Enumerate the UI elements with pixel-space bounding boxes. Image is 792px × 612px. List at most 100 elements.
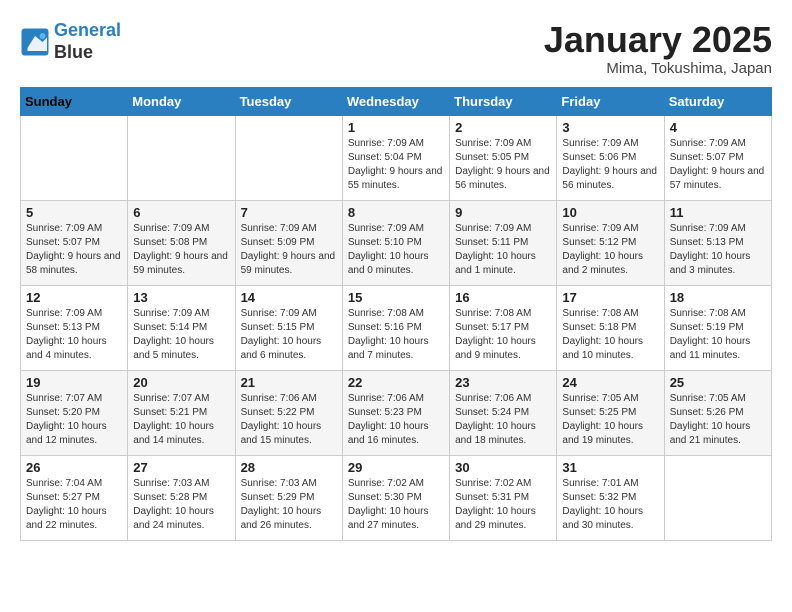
calendar-cell: 14 Sunrise: 7:09 AM Sunset: 5:15 PM Dayli… xyxy=(235,285,342,370)
day-number: 14 xyxy=(241,290,337,305)
calendar-cell: 4Sunrise: 7:09 AM Sunset: 5:07 PM Daylig… xyxy=(664,115,771,200)
page-header: General Blue January 2025 Mima, Tokushim… xyxy=(20,20,772,77)
day-number: 25 xyxy=(670,375,766,390)
calendar-cell: 25 Sunrise: 7:05 AM Sunset: 5:26 PM Dayli… xyxy=(664,370,771,455)
day-number: 11 xyxy=(670,205,766,220)
title-block: January 2025 Mima, Tokushima, Japan xyxy=(544,20,772,77)
calendar-cell xyxy=(21,115,128,200)
location: Mima, Tokushima, Japan xyxy=(544,60,772,77)
day-number: 30 xyxy=(455,460,551,475)
day-number: 3 xyxy=(562,120,658,135)
day-info: Sunrise: 7:05 AM Sunset: 5:26 PM Dayligh… xyxy=(670,392,766,448)
day-number: 12 xyxy=(26,290,122,305)
logo-line2: Blue xyxy=(54,42,121,64)
day-number: 5 xyxy=(26,205,122,220)
calendar-cell: 2 Sunrise: 7:09 AM Sunset: 5:05 PM Daylig… xyxy=(450,115,557,200)
calendar-week-row: 1Sunrise: 7:09 AM Sunset: 5:04 PM Daylig… xyxy=(21,115,772,200)
day-number: 8 xyxy=(348,205,444,220)
weekday-header-friday: Friday xyxy=(557,87,664,115)
calendar-cell: 9Sunrise: 7:09 AM Sunset: 5:11 PM Daylig… xyxy=(450,200,557,285)
calendar-header-row: SundayMondayTuesdayWednesdayThursdayFrid… xyxy=(21,87,772,115)
calendar-cell: 29 Sunrise: 7:02 AM Sunset: 5:30 PM Dayli… xyxy=(342,455,449,540)
day-info: Sunrise: 7:01 AM Sunset: 5:32 PM Dayligh… xyxy=(562,477,658,533)
calendar-cell: 1Sunrise: 7:09 AM Sunset: 5:04 PM Daylig… xyxy=(342,115,449,200)
day-number: 16 xyxy=(455,290,551,305)
day-info: Sunrise: 7:04 AM Sunset: 5:27 PM Dayligh… xyxy=(26,477,122,533)
day-number: 13 xyxy=(133,290,229,305)
calendar-week-row: 26Sunrise: 7:04 AM Sunset: 5:27 PM Dayli… xyxy=(21,455,772,540)
weekday-header-sunday: Sunday xyxy=(21,87,128,115)
calendar-cell: 31 Sunrise: 7:01 AM Sunset: 5:32 PM Dayli… xyxy=(557,455,664,540)
calendar-week-row: 19 Sunrise: 7:07 AM Sunset: 5:20 PM Dayli… xyxy=(21,370,772,455)
day-info: Sunrise: 7:03 AM Sunset: 5:28 PM Dayligh… xyxy=(133,477,229,533)
calendar-cell: 6 Sunrise: 7:09 AM Sunset: 5:08 PM Daylig… xyxy=(128,200,235,285)
day-info: Sunrise: 7:03 AM Sunset: 5:29 PM Dayligh… xyxy=(241,477,337,533)
day-info: Sunrise: 7:02 AM Sunset: 5:30 PM Dayligh… xyxy=(348,477,444,533)
day-number: 15 xyxy=(348,290,444,305)
calendar-cell: 10 Sunrise: 7:09 AM Sunset: 5:12 PM Dayli… xyxy=(557,200,664,285)
calendar-cell: 13 Sunrise: 7:09 AM Sunset: 5:14 PM Dayli… xyxy=(128,285,235,370)
calendar-cell: 30 Sunrise: 7:02 AM Sunset: 5:31 PM Dayli… xyxy=(450,455,557,540)
logo-text: General Blue xyxy=(54,20,121,63)
day-number: 10 xyxy=(562,205,658,220)
logo-line1: General xyxy=(54,20,121,40)
day-number: 24 xyxy=(562,375,658,390)
calendar-cell: 17 Sunrise: 7:08 AM Sunset: 5:18 PM Dayli… xyxy=(557,285,664,370)
day-info: Sunrise: 7:06 AM Sunset: 5:23 PM Dayligh… xyxy=(348,392,444,448)
day-info: Sunrise: 7:08 AM Sunset: 5:17 PM Dayligh… xyxy=(455,307,551,363)
calendar-cell: 12Sunrise: 7:09 AM Sunset: 5:13 PM Dayli… xyxy=(21,285,128,370)
day-info: Sunrise: 7:08 AM Sunset: 5:18 PM Dayligh… xyxy=(562,307,658,363)
day-info: Sunrise: 7:09 AM Sunset: 5:06 PM Dayligh… xyxy=(562,137,658,193)
calendar-cell: 8 Sunrise: 7:09 AM Sunset: 5:10 PM Daylig… xyxy=(342,200,449,285)
day-number: 23 xyxy=(455,375,551,390)
calendar-cell: 22 Sunrise: 7:06 AM Sunset: 5:23 PM Dayli… xyxy=(342,370,449,455)
calendar-cell xyxy=(664,455,771,540)
day-info: Sunrise: 7:06 AM Sunset: 5:22 PM Dayligh… xyxy=(241,392,337,448)
weekday-header-thursday: Thursday xyxy=(450,87,557,115)
day-number: 2 xyxy=(455,120,551,135)
day-number: 17 xyxy=(562,290,658,305)
day-info: Sunrise: 7:09 AM Sunset: 5:08 PM Dayligh… xyxy=(133,222,229,278)
day-info: Sunrise: 7:08 AM Sunset: 5:16 PM Dayligh… xyxy=(348,307,444,363)
day-info: Sunrise: 7:09 AM Sunset: 5:05 PM Dayligh… xyxy=(455,137,551,193)
day-number: 21 xyxy=(241,375,337,390)
day-number: 7 xyxy=(241,205,337,220)
day-info: Sunrise: 7:02 AM Sunset: 5:31 PM Dayligh… xyxy=(455,477,551,533)
calendar-cell: 7Sunrise: 7:09 AM Sunset: 5:09 PM Daylig… xyxy=(235,200,342,285)
weekday-header-wednesday: Wednesday xyxy=(342,87,449,115)
day-info: Sunrise: 7:09 AM Sunset: 5:10 PM Dayligh… xyxy=(348,222,444,278)
day-info: Sunrise: 7:05 AM Sunset: 5:25 PM Dayligh… xyxy=(562,392,658,448)
calendar-cell: 16 Sunrise: 7:08 AM Sunset: 5:17 PM Dayli… xyxy=(450,285,557,370)
calendar-cell: 19 Sunrise: 7:07 AM Sunset: 5:20 PM Dayli… xyxy=(21,370,128,455)
calendar-cell: 15 Sunrise: 7:08 AM Sunset: 5:16 PM Dayli… xyxy=(342,285,449,370)
calendar-cell: 3 Sunrise: 7:09 AM Sunset: 5:06 PM Daylig… xyxy=(557,115,664,200)
calendar-cell: 5Sunrise: 7:09 AM Sunset: 5:07 PM Daylig… xyxy=(21,200,128,285)
calendar-cell: 24 Sunrise: 7:05 AM Sunset: 5:25 PM Dayli… xyxy=(557,370,664,455)
day-number: 28 xyxy=(241,460,337,475)
day-info: Sunrise: 7:07 AM Sunset: 5:20 PM Dayligh… xyxy=(26,392,122,448)
calendar-cell: 28 Sunrise: 7:03 AM Sunset: 5:29 PM Dayli… xyxy=(235,455,342,540)
calendar-cell xyxy=(235,115,342,200)
calendar-cell: 21 Sunrise: 7:06 AM Sunset: 5:22 PM Dayli… xyxy=(235,370,342,455)
calendar-week-row: 12Sunrise: 7:09 AM Sunset: 5:13 PM Dayli… xyxy=(21,285,772,370)
day-number: 19 xyxy=(26,375,122,390)
weekday-header-saturday: Saturday xyxy=(664,87,771,115)
day-number: 20 xyxy=(133,375,229,390)
calendar-cell xyxy=(128,115,235,200)
logo: General Blue xyxy=(20,20,121,63)
day-number: 22 xyxy=(348,375,444,390)
day-info: Sunrise: 7:09 AM Sunset: 5:14 PM Dayligh… xyxy=(133,307,229,363)
day-info: Sunrise: 7:09 AM Sunset: 5:13 PM Dayligh… xyxy=(670,222,766,278)
day-number: 31 xyxy=(562,460,658,475)
day-number: 6 xyxy=(133,205,229,220)
day-info: Sunrise: 7:09 AM Sunset: 5:15 PM Dayligh… xyxy=(241,307,337,363)
calendar-cell: 23Sunrise: 7:06 AM Sunset: 5:24 PM Dayli… xyxy=(450,370,557,455)
calendar-week-row: 5Sunrise: 7:09 AM Sunset: 5:07 PM Daylig… xyxy=(21,200,772,285)
calendar-cell: 20Sunrise: 7:07 AM Sunset: 5:21 PM Dayli… xyxy=(128,370,235,455)
month-title: January 2025 xyxy=(544,20,772,60)
day-number: 4 xyxy=(670,120,766,135)
calendar-cell: 18Sunrise: 7:08 AM Sunset: 5:19 PM Dayli… xyxy=(664,285,771,370)
day-number: 29 xyxy=(348,460,444,475)
weekday-header-tuesday: Tuesday xyxy=(235,87,342,115)
day-info: Sunrise: 7:09 AM Sunset: 5:12 PM Dayligh… xyxy=(562,222,658,278)
